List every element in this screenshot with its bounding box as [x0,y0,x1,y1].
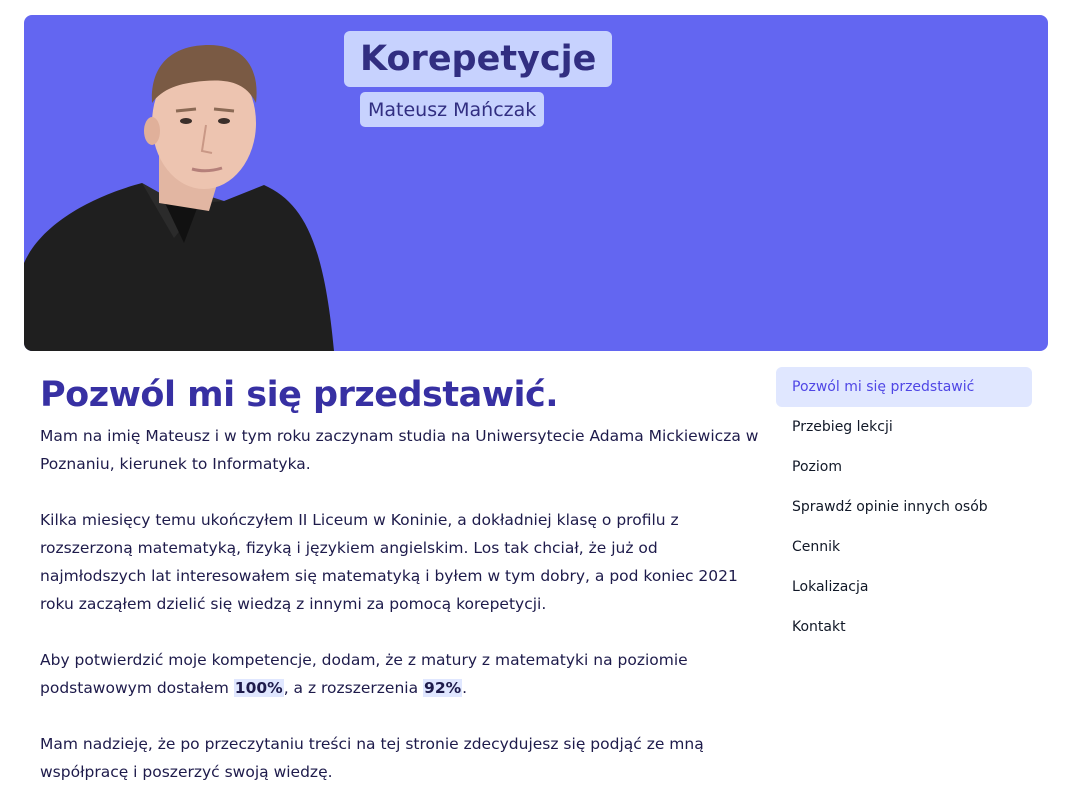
person-portrait-icon [24,45,334,351]
nav-item-przebieg-lekcji[interactable]: Przebieg lekcji [776,407,1032,447]
p3-text-b: , a z rozszerzenia [283,679,424,697]
nav-item-poziom[interactable]: Poziom [776,447,1032,487]
nav-item-przedstawienie[interactable]: Pozwól mi się przedstawić [776,367,1032,407]
intro-paragraph-1: Mam na imię Mateusz i w tym roku zaczyna… [40,427,759,473]
nav-item-cennik[interactable]: Cennik [776,527,1032,567]
section-nav: Pozwól mi się przedstawić Przebieg lekcj… [776,367,1032,647]
nav-item-kontakt[interactable]: Kontakt [776,607,1032,647]
p3-text-c: . [462,679,468,697]
nav-item-opinie[interactable]: Sprawdź opinie innych osób [776,487,1032,527]
intro-paragraph-2: Kilka miesięcy temu ukończyłem II Liceum… [40,511,738,613]
nav-item-lokalizacja[interactable]: Lokalizacja [776,567,1032,607]
hero-banner: Korepetycje Mateusz Mańczak [24,15,1048,351]
site-title-text: Korepetycje [360,39,597,79]
intro-paragraph-3: Aby potwierdzić moje kompetencje, dodam,… [40,646,765,702]
score-extended-badge: 92% [423,679,463,697]
score-basic-badge: 100% [233,679,284,697]
page-title: Pozwól mi się przedstawić. [40,375,559,415]
author-name: Mateusz Mańczak [360,92,545,127]
intro-paragraph-4: Mam nadzieję, że po przeczytaniu treści … [40,735,704,781]
author-name-text: Mateusz Mańczak [368,98,537,121]
intro-section: Pozwól mi się przedstawić. Mam na imię M… [40,372,765,786]
site-title: Korepetycje [344,31,613,87]
